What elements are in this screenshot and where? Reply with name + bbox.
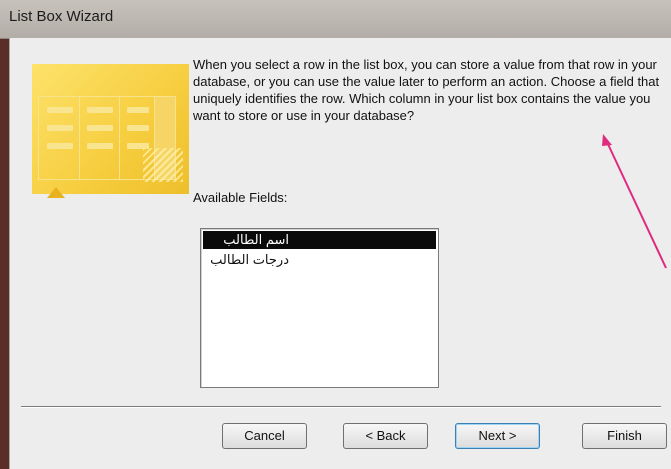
annotation-arrow-head-icon [602,134,612,146]
annotation-arrow-line [606,141,667,269]
annotation-arrow-overlay [602,134,667,269]
